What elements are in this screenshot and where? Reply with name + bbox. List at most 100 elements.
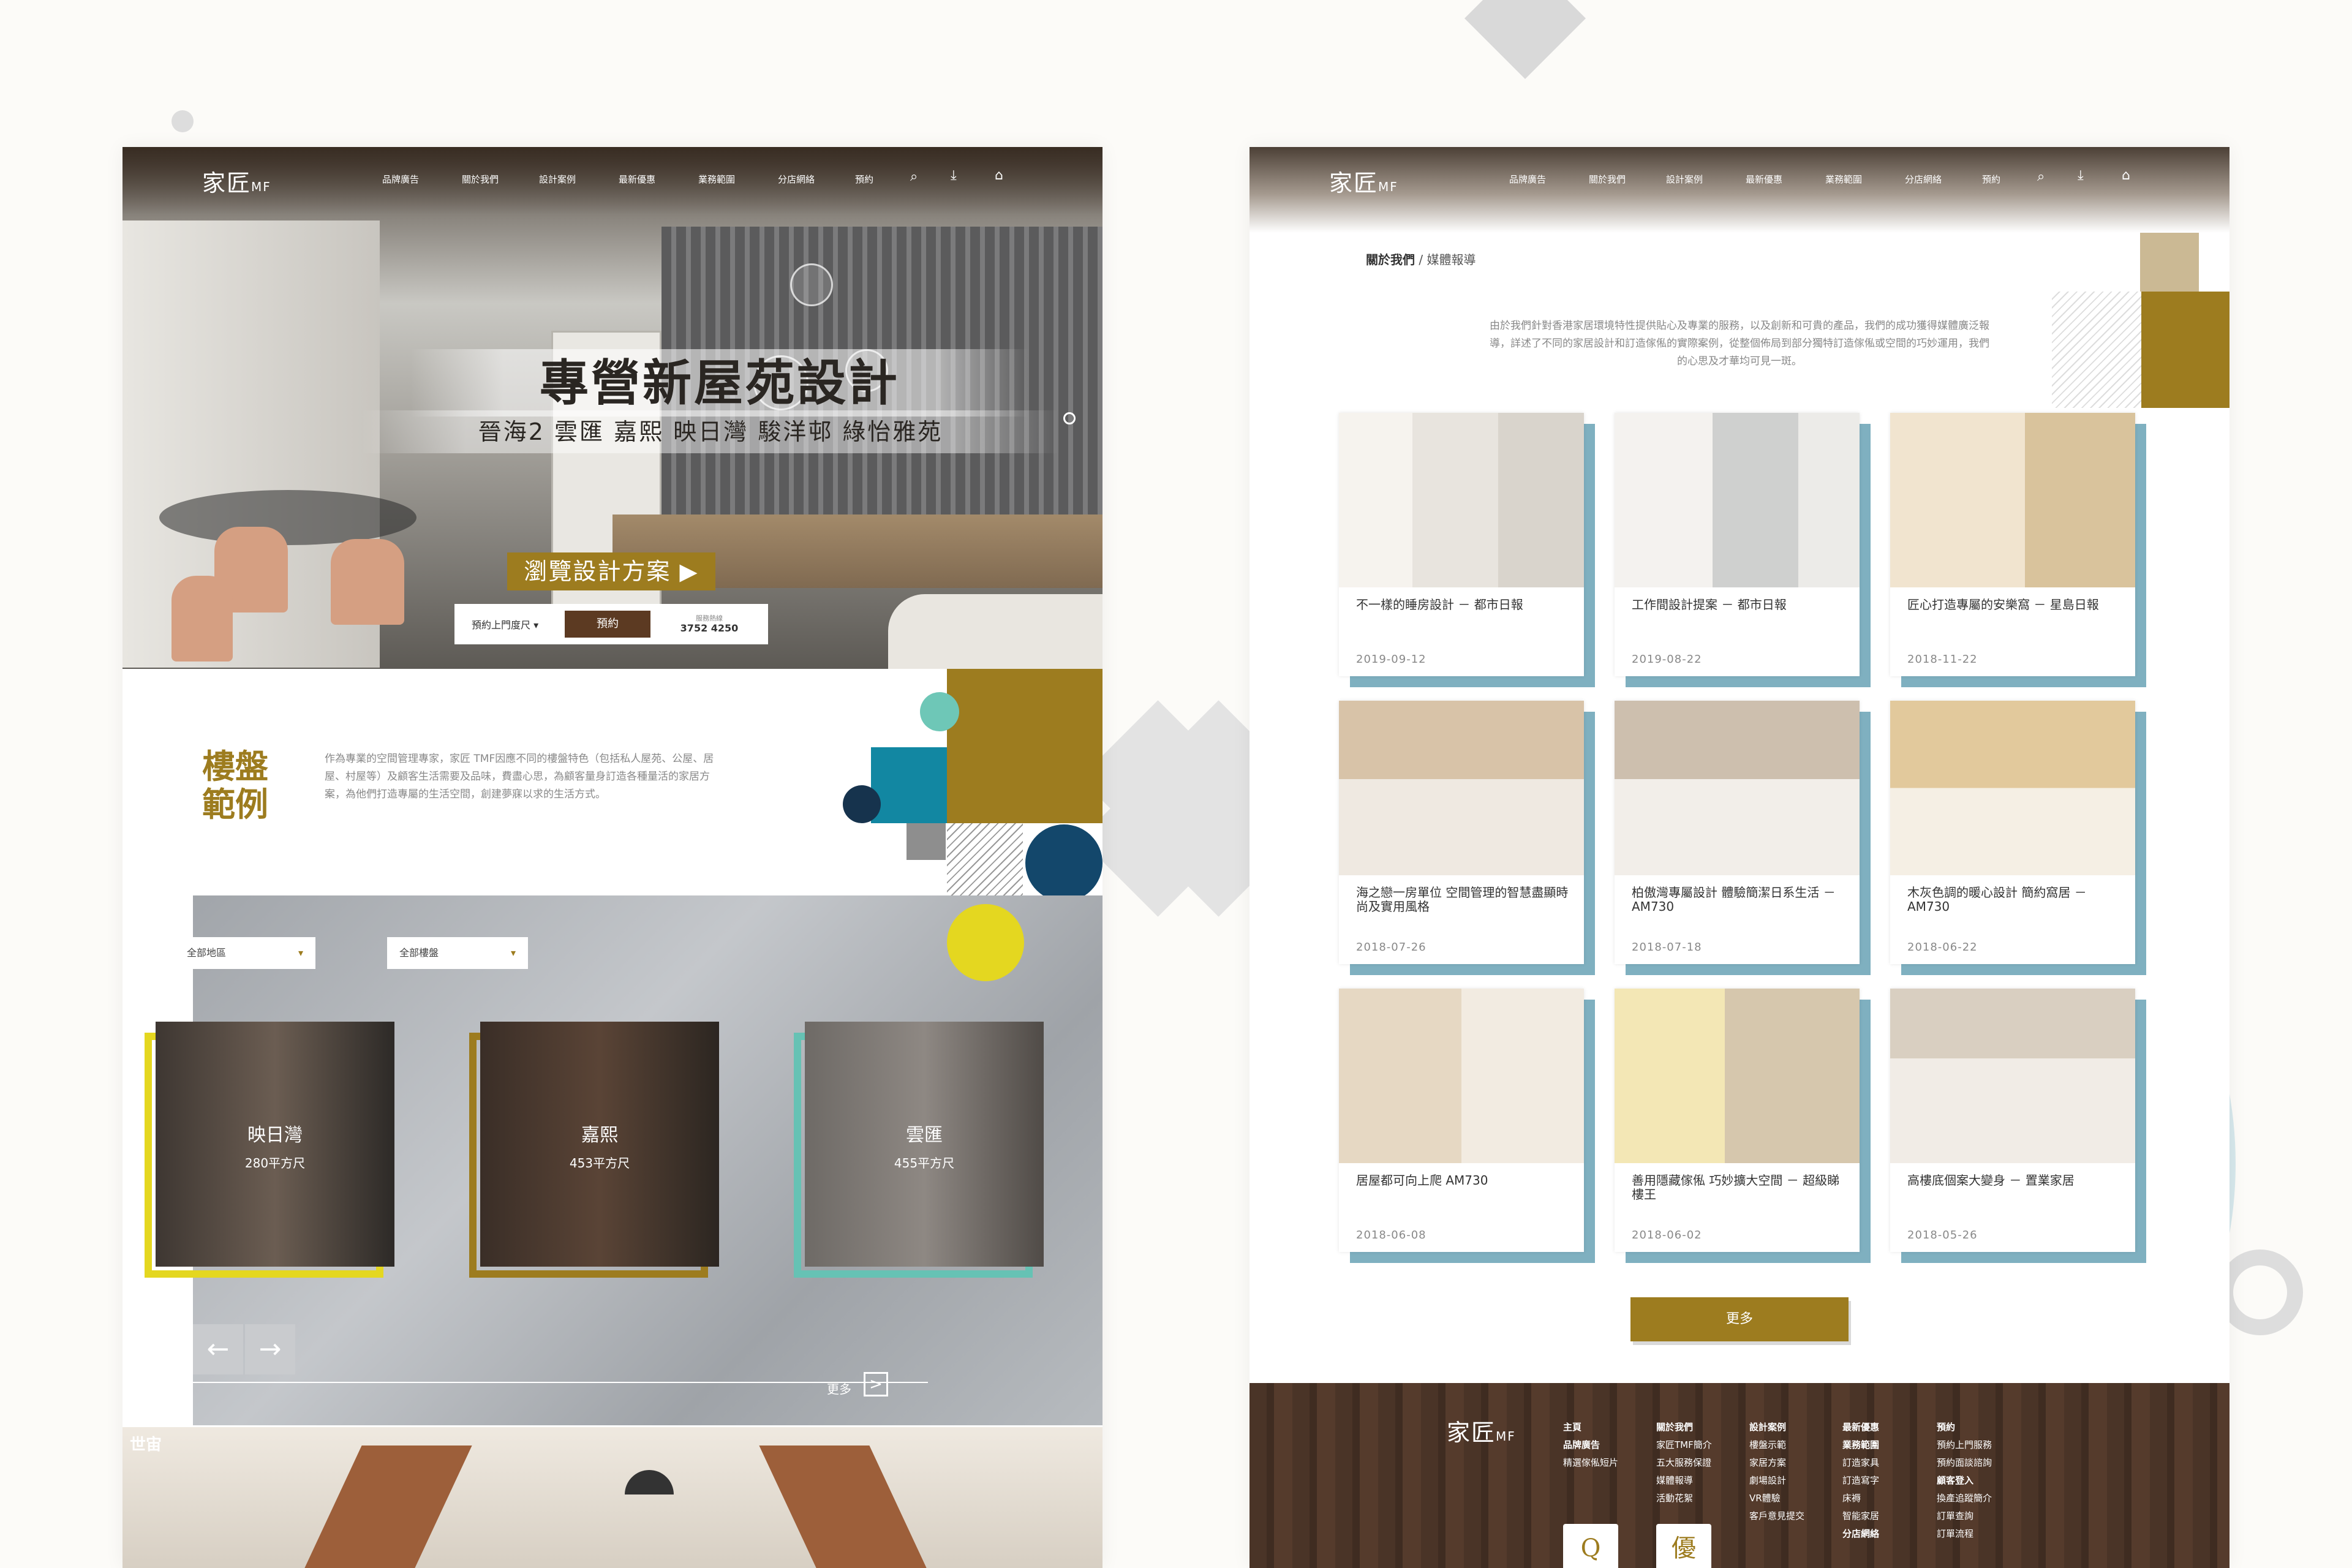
article-thumbnail [1339, 413, 1584, 587]
decor-beige-square [2140, 233, 2199, 292]
breadcrumb-parent[interactable]: 關於我們 [1366, 252, 1415, 267]
article-title: 不一樣的睡房設計 － 都市日報 [1356, 597, 1523, 612]
booking-type-select[interactable]: 預約上門度尺 ▾ [454, 617, 565, 631]
media-card[interactable]: 柏傲灣專屬設計 體驗簡潔日系生活 － AM730 2018-07-18 [1615, 701, 1871, 975]
search-icon[interactable]: ⌕ [2037, 169, 2045, 184]
nav-item-offers[interactable]: 最新優惠 [1746, 173, 1782, 186]
chevron-right-icon[interactable]: > [864, 1372, 888, 1396]
article-thumbnail [1890, 989, 2135, 1163]
article-thumbnail [1615, 413, 1860, 587]
media-card[interactable]: 善用隱藏傢俬 巧妙擴大空間 － 超級睇樓王 2018-06-02 [1615, 989, 1871, 1263]
footer-link[interactable]: 家居方案 [1749, 1454, 1804, 1472]
media-card[interactable]: 高樓底個案大變身 － 置業家居 2018-05-26 [1890, 989, 2146, 1263]
footer-link[interactable]: 預約面談諮詢 [1937, 1454, 1992, 1472]
footer-link[interactable]: 家匠TMF簡介 [1656, 1436, 1712, 1454]
estate-area: 280平方尺 [244, 1156, 306, 1170]
decor-yellow-circle-overlay [947, 904, 1024, 981]
nav-item-design-cases[interactable]: 設計案例 [1666, 173, 1703, 186]
nav-item-offers[interactable]: 最新優惠 [619, 173, 655, 186]
estate-name: 雲匯 [906, 1125, 943, 1146]
quality-badge: Q [1563, 1524, 1618, 1568]
estate-filter[interactable]: 全部樓盤 ▾ [387, 937, 528, 969]
region-filter[interactable]: 全部地區 ▾ [175, 937, 315, 969]
article-date: 2018-11-22 [1907, 653, 1978, 666]
more-articles-button[interactable]: 更多 [1630, 1297, 1849, 1341]
download-icon[interactable]: ⤓ [951, 168, 957, 183]
nav-item-brand-ads[interactable]: 品牌廣告 [382, 173, 419, 186]
carousel-next-button[interactable]: → [245, 1324, 295, 1374]
nav-item-about[interactable]: 關於我們 [1589, 173, 1626, 186]
footer-link[interactable]: 智能家居 [1842, 1507, 1879, 1525]
footer-logo[interactable]: 家匠MF [1447, 1414, 1516, 1447]
footer-link[interactable]: 顧客登入 [1937, 1472, 1992, 1490]
estate-card[interactable]: 嘉熙 453平方尺 [469, 1022, 719, 1278]
footer-link[interactable]: 訂單流程 [1937, 1525, 1992, 1543]
nav-item-brand-ads[interactable]: 品牌廣告 [1509, 173, 1546, 186]
footer-link[interactable]: VR體驗 [1749, 1490, 1804, 1507]
search-icon[interactable]: ⌕ [910, 169, 918, 184]
nav-item-design-cases[interactable]: 設計案例 [539, 173, 576, 186]
media-card[interactable]: 不一樣的睡房設計 － 都市日報 2019-09-12 [1339, 413, 1595, 687]
footer-link[interactable]: 媒體報導 [1656, 1472, 1712, 1490]
media-card[interactable]: 木灰色調的暖心設計 簡約窩居 － AM730 2018-06-22 [1890, 701, 2146, 975]
footer-link[interactable]: 主頁 [1563, 1419, 1618, 1436]
footer-link[interactable]: 床褥 [1842, 1490, 1879, 1507]
footer-link[interactable]: 客戶意見提交 [1749, 1507, 1804, 1525]
footer-link[interactable]: 換產追蹤簡介 [1937, 1490, 1992, 1507]
footer-link[interactable]: 最新優惠 [1842, 1419, 1879, 1436]
decor-blue-circle [1025, 824, 1102, 902]
download-icon[interactable]: ⤓ [2078, 168, 2084, 183]
carousel-prev-button[interactable]: ← [193, 1324, 243, 1374]
media-card[interactable]: 工作間設計提案 － 都市日報 2019-08-22 [1615, 413, 1871, 687]
nav-item-booking[interactable]: 預約 [855, 173, 873, 186]
featured-label: 世宙 [130, 1436, 162, 1454]
footer-link[interactable]: 訂造家具 [1842, 1454, 1879, 1472]
footer-link[interactable]: 訂單查詢 [1937, 1507, 1992, 1525]
footer-link[interactable]: 預約 [1937, 1419, 1992, 1436]
footer-link[interactable]: 業務範圍 [1842, 1436, 1879, 1454]
divider [193, 1382, 928, 1383]
article-thumbnail [1339, 989, 1584, 1163]
footer-link[interactable]: 訂造寫字 [1842, 1472, 1879, 1490]
hero-sofa [888, 594, 1102, 669]
footer-link[interactable]: 分店網絡 [1842, 1525, 1879, 1543]
nav-item-branches[interactable]: 分店網絡 [1905, 173, 1942, 186]
slider-indicator[interactable] [1063, 412, 1076, 424]
article-title: 柏傲灣專屬設計 體驗簡潔日系生活 － AM730 [1632, 885, 1836, 914]
article-thumbnail [1339, 701, 1584, 875]
nav-item-about[interactable]: 關於我們 [462, 173, 499, 186]
footer-link[interactable]: 活動花絮 [1656, 1490, 1712, 1507]
footer-link[interactable]: 品牌廣告 [1563, 1436, 1618, 1454]
brand-logo[interactable]: 家匠MF [202, 164, 271, 198]
media-card[interactable]: 匠心打造專屬的安樂窩 － 星島日報 2018-11-22 [1890, 413, 2146, 687]
footer-link[interactable]: 劇場設計 [1749, 1472, 1804, 1490]
footer-link[interactable]: 精選傢俬短片 [1563, 1454, 1618, 1472]
chevron-down-icon: ▾ [510, 947, 516, 959]
footer-link[interactable]: 關於我們 [1656, 1419, 1712, 1436]
chevron-down-icon: ▾ [298, 947, 303, 959]
browse-designs-button[interactable]: 瀏覽設計方案 ▶ [507, 552, 715, 590]
nav-item-business[interactable]: 業務範圍 [698, 173, 735, 186]
footer-link[interactable]: 預約上門服務 [1937, 1436, 1992, 1454]
footer-column-offers: 最新優惠 業務範圍 訂造家具 訂造寫字 床褥 智能家居 分店網絡 [1842, 1419, 1879, 1543]
media-card[interactable]: 海之戀一房單位 空間管理的智慧盡顯時尚及實用風格 2018-07-26 [1339, 701, 1595, 975]
hero-title: 專營新屋苑設計 [410, 349, 1029, 417]
booking-button[interactable]: 預約 [565, 611, 650, 638]
home-search-icon[interactable]: ⌂ [995, 168, 1003, 183]
footer-link[interactable]: 設計案例 [1749, 1419, 1804, 1436]
more-link[interactable]: 更多 [827, 1379, 851, 1397]
estate-card[interactable]: 雲匯 455平方尺 [794, 1022, 1044, 1278]
brand-logo[interactable]: 家匠MF [1329, 164, 1398, 198]
estate-card[interactable]: 映日灣 280平方尺 [145, 1022, 394, 1278]
footer-link[interactable]: 樓盤示範 [1749, 1436, 1804, 1454]
estates-description: 作為專業的空間管理專家，家匠 TMF因應不同的樓盤特色（包括私人屋苑、公屋、居屋… [325, 753, 714, 801]
hero-pendant-lamp [790, 263, 833, 306]
article-date: 2018-07-18 [1632, 941, 1702, 954]
media-card[interactable]: 居屋都可向上爬 AM730 2018-06-08 [1339, 989, 1595, 1263]
nav-item-business[interactable]: 業務範圍 [1825, 173, 1862, 186]
nav-item-booking[interactable]: 預約 [1982, 173, 2000, 186]
article-title: 居屋都可向上爬 AM730 [1356, 1173, 1488, 1188]
home-search-icon[interactable]: ⌂ [2122, 168, 2130, 183]
footer-link[interactable]: 五大服務保證 [1656, 1454, 1712, 1472]
nav-item-branches[interactable]: 分店網絡 [778, 173, 815, 186]
